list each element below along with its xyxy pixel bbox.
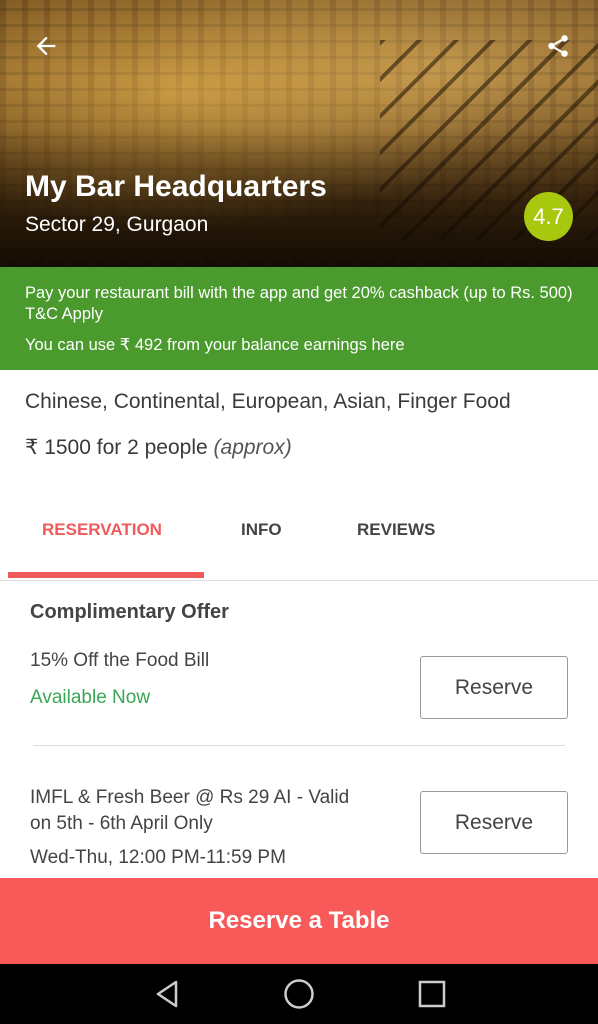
detail-tabs: RESERVATION INFO REVIEWS (0, 500, 598, 581)
reserve-offer-button[interactable]: Reserve (420, 656, 568, 719)
promo-text: Pay your restaurant bill with the app an… (25, 284, 573, 323)
reserve-offer-button[interactable]: Reserve (420, 791, 568, 854)
system-navigation-bar (0, 964, 598, 1024)
price-approx-note: (approx) (213, 436, 292, 459)
recents-square-icon (418, 980, 446, 1008)
nav-recents-button[interactable] (410, 974, 454, 1014)
hero-banner: My Bar Headquarters Sector 29, Gurgaon 4… (0, 0, 598, 267)
tab-reservation[interactable]: RESERVATION (42, 520, 162, 540)
nav-home-button[interactable] (277, 974, 321, 1014)
arrow-left-icon (36, 36, 56, 56)
back-button[interactable] (22, 22, 70, 70)
offer-status: Available Now (30, 687, 151, 708)
balance-earnings-link[interactable]: You can use ₹ 492 from your balance earn… (25, 335, 574, 355)
price-text: ₹ 1500 for 2 people (25, 436, 208, 459)
rating-badge: 4.7 (524, 192, 573, 241)
cuisine-list: Chinese, Continental, European, Asian, F… (25, 390, 511, 413)
tab-info[interactable]: INFO (241, 520, 282, 540)
tab-reviews[interactable]: REVIEWS (357, 520, 435, 540)
home-circle-icon (284, 979, 314, 1009)
nav-back-button[interactable] (145, 974, 189, 1014)
share-button[interactable] (534, 22, 582, 70)
reservation-panel: Complimentary Offer 15% Off the Food Bil… (0, 581, 598, 878)
offer-title: 15% Off the Food Bill (30, 650, 210, 671)
back-triangle-icon (156, 980, 178, 1008)
active-tab-indicator (8, 572, 204, 578)
reserve-table-button[interactable]: Reserve a Table (0, 878, 598, 964)
restaurant-location: Sector 29, Gurgaon (25, 213, 209, 236)
cashback-promo-banner[interactable]: Pay your restaurant bill with the app an… (0, 267, 598, 370)
share-icon (548, 35, 568, 57)
offer-title: IMFL & Fresh Beer @ Rs 29 AI - Valid on … (30, 787, 350, 834)
price-for-two: ₹ 1500 for 2 people (approx) (25, 435, 292, 460)
section-title: Complimentary Offer (30, 601, 229, 623)
offer-divider (33, 745, 565, 746)
restaurant-title: My Bar Headquarters (25, 170, 327, 203)
offer-timing: Wed-Thu, 12:00 PM-11:59 PM (30, 847, 286, 868)
